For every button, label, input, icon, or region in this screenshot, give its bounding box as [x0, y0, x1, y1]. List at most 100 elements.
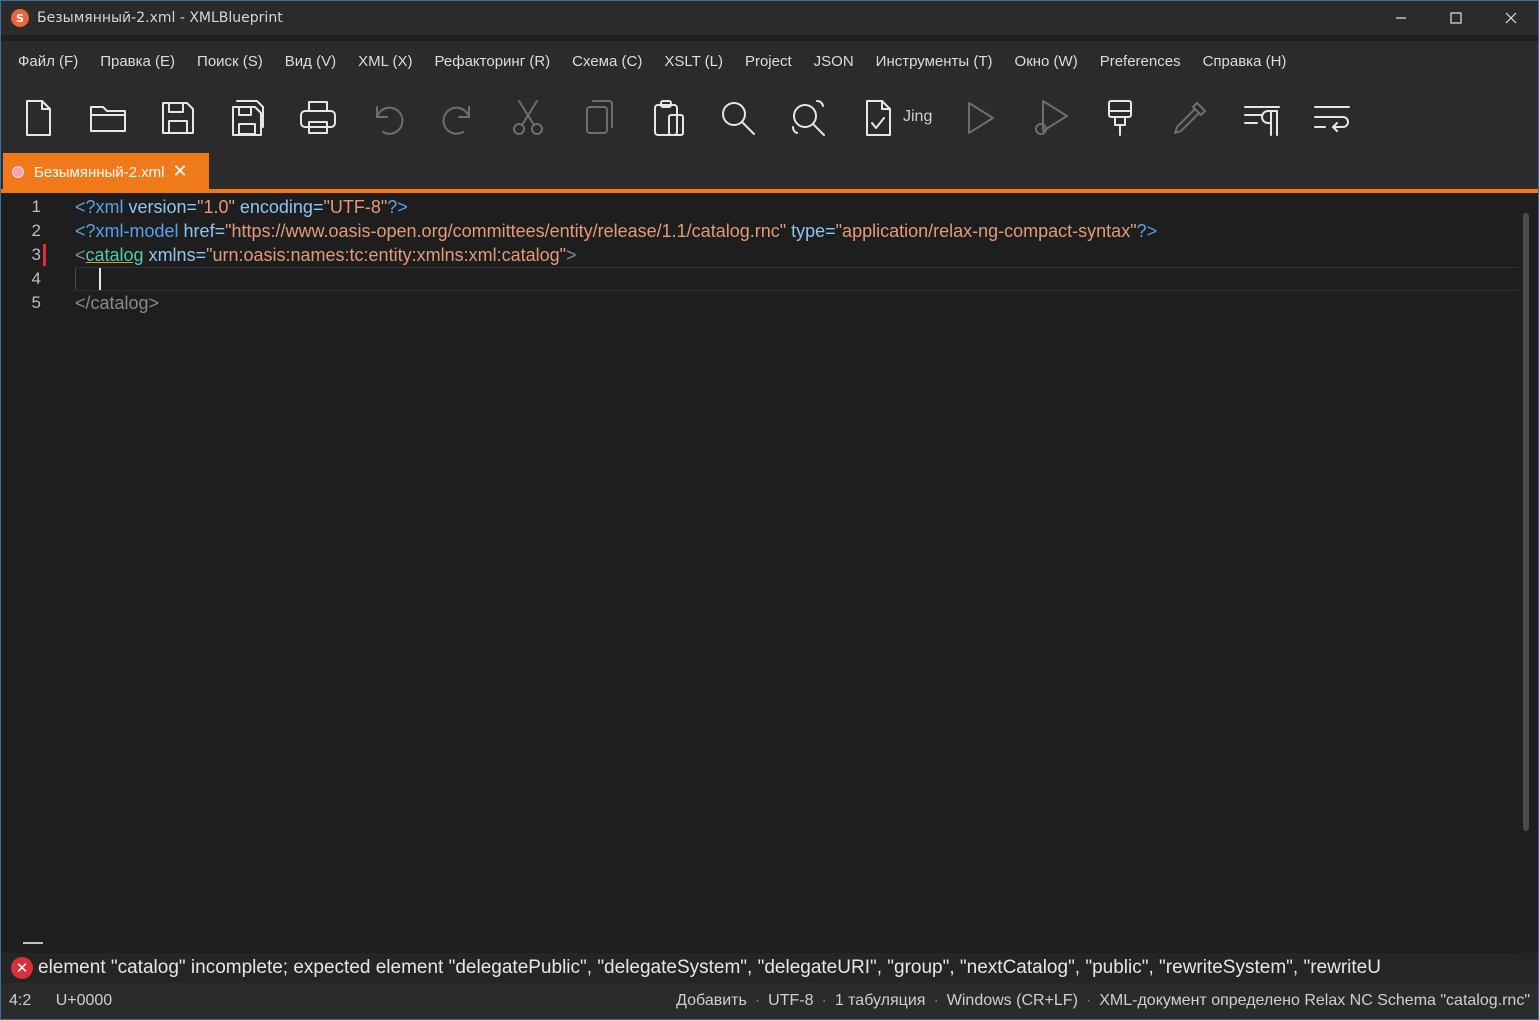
character-code: U+0000	[55, 992, 113, 1009]
open-file-button[interactable]	[85, 95, 131, 141]
close-window-button[interactable]	[1483, 1, 1538, 35]
minimize-icon	[1395, 17, 1406, 19]
code-line: 1 <?xml version="1.0" encoding="UTF-8"?>	[1, 195, 1519, 219]
line-endings[interactable]: Windows (CR+LF)	[947, 992, 1078, 1009]
status-separator: ·	[821, 992, 827, 1009]
menu-search[interactable]: Поиск (S)	[186, 53, 274, 70]
app-window: S Безымянный-2.xml - XMLBlueprint Файл (…	[0, 0, 1539, 1020]
print-button[interactable]	[295, 95, 341, 141]
redo-button[interactable]	[435, 95, 481, 141]
copy-icon	[586, 100, 613, 134]
xmlblueprint-logo-icon: S	[11, 9, 29, 27]
attr-name: encoding=	[234, 197, 324, 217]
code-line: 3 <catalog xmlns="urn:oasis:names:tc:ent…	[1, 243, 1519, 267]
show-whitespace-button[interactable]	[1239, 95, 1285, 141]
code-text: <catalog xmlns="urn:oasis:names:tc:entit…	[75, 243, 577, 267]
menu-tools[interactable]: Инструменты (T)	[865, 53, 1004, 70]
new-file-icon	[26, 100, 51, 136]
error-icon: ✕	[11, 957, 33, 979]
vertical-scrollbar[interactable]	[1523, 213, 1529, 831]
menu-xslt[interactable]: XSLT (L)	[653, 53, 734, 70]
code-text: <?xml-model href="https://www.oasis-open…	[75, 219, 1157, 243]
redo-icon	[442, 106, 470, 135]
code-line-current: 4	[1, 267, 1519, 291]
close-icon	[1505, 12, 1516, 24]
error-bar: ✕ element "catalog" incomplete; expected…	[1, 953, 1538, 983]
find-replace-icon	[792, 99, 825, 136]
tab-document[interactable]: Безымянный-2.xml ✕	[3, 153, 209, 191]
play-icon	[968, 102, 994, 134]
run-button[interactable]	[957, 95, 1003, 141]
menu-json[interactable]: JSON	[803, 53, 865, 70]
closing-tag: </catalog>	[75, 293, 160, 313]
undo-button[interactable]	[365, 95, 411, 141]
menu-window[interactable]: Окно (W)	[1004, 53, 1089, 70]
paste-button[interactable]	[645, 95, 691, 141]
validate-document-icon	[866, 100, 891, 136]
current-line-highlight	[75, 267, 1519, 291]
format-button[interactable]	[1097, 95, 1143, 141]
cut-button[interactable]	[505, 95, 551, 141]
play-gear-icon	[1035, 100, 1068, 135]
menu-help[interactable]: Справка (H)	[1192, 53, 1298, 70]
text-caret	[99, 268, 101, 290]
save-all-button[interactable]	[225, 95, 271, 141]
copy-button[interactable]	[575, 95, 621, 141]
horizontal-scrollbar[interactable]	[1, 933, 1519, 953]
status-left: 4:2 U+0000	[9, 992, 132, 1010]
code-editor[interactable]: 1 <?xml version="1.0" encoding="UTF-8"?>…	[1, 193, 1519, 933]
status-separator: ·	[754, 992, 761, 1009]
minimize-button[interactable]	[1373, 1, 1428, 35]
error-message[interactable]: element "catalog" incomplete; expected e…	[38, 957, 1381, 979]
menu-schema[interactable]: Схема (C)	[561, 53, 653, 70]
scissors-icon	[513, 100, 543, 135]
color-picker-button[interactable]	[1167, 95, 1213, 141]
menu-xml[interactable]: XML (X)	[347, 53, 423, 70]
menu-preferences[interactable]: Preferences	[1089, 53, 1192, 70]
indentation[interactable]: 1 табуляция	[835, 992, 926, 1009]
toolbar: Jing	[1, 81, 1538, 153]
schema-info[interactable]: XML-документ определено Relax NC Schema …	[1099, 992, 1530, 1009]
cursor-position[interactable]: 4:2	[9, 992, 31, 1009]
jing-label[interactable]: Jing	[903, 108, 932, 126]
run-settings-button[interactable]	[1027, 95, 1073, 141]
title-bar: S Безымянный-2.xml - XMLBlueprint	[1, 1, 1538, 35]
menu-refactoring[interactable]: Рефакторинг (R)	[424, 53, 562, 70]
find-button[interactable]	[715, 95, 761, 141]
menu-project[interactable]: Project	[734, 53, 803, 70]
tab-label: Безымянный-2.xml	[34, 163, 165, 181]
tab-strip: Безымянный-2.xml ✕	[1, 153, 1538, 191]
printer-icon	[300, 101, 336, 134]
tag-bracket: >	[566, 245, 577, 265]
error-gutter-marker	[43, 244, 46, 266]
maximize-icon	[1449, 12, 1462, 24]
menu-edit[interactable]: Правка (E)	[89, 53, 186, 70]
pi-close: ?>	[387, 197, 408, 217]
save-button[interactable]	[155, 95, 201, 141]
attr-name: version=	[123, 197, 198, 217]
code-text: <?xml version="1.0" encoding="UTF-8"?>	[75, 195, 408, 219]
insert-mode[interactable]: Добавить	[676, 992, 747, 1009]
new-file-button[interactable]	[15, 95, 61, 141]
horizontal-scroll-thumb[interactable]	[23, 942, 43, 944]
close-tab-icon[interactable]: ✕	[173, 163, 188, 181]
modified-indicator-icon	[12, 166, 24, 178]
word-wrap-icon	[1314, 106, 1350, 132]
attr-value: "1.0"	[197, 197, 235, 217]
folder-open-icon	[90, 106, 126, 132]
line-number: 1	[31, 197, 41, 216]
menu-view[interactable]: Вид (V)	[274, 53, 347, 70]
eyedropper-icon	[1174, 102, 1206, 134]
code-line: 5 </catalog>	[1, 291, 1519, 315]
encoding[interactable]: UTF-8	[768, 992, 813, 1009]
validate-jing-button[interactable]	[855, 95, 901, 141]
pilcrow-icon	[1244, 106, 1280, 136]
word-wrap-button[interactable]	[1309, 95, 1355, 141]
line-number: 2	[31, 221, 41, 240]
code-line: 2 <?xml-model href="https://www.oasis-op…	[1, 219, 1519, 243]
maximize-button[interactable]	[1428, 1, 1483, 35]
menu-file[interactable]: Файл (F)	[7, 53, 89, 70]
status-separator: ·	[933, 992, 939, 1009]
find-replace-button[interactable]	[785, 95, 831, 141]
tag-bracket: <	[75, 245, 86, 265]
